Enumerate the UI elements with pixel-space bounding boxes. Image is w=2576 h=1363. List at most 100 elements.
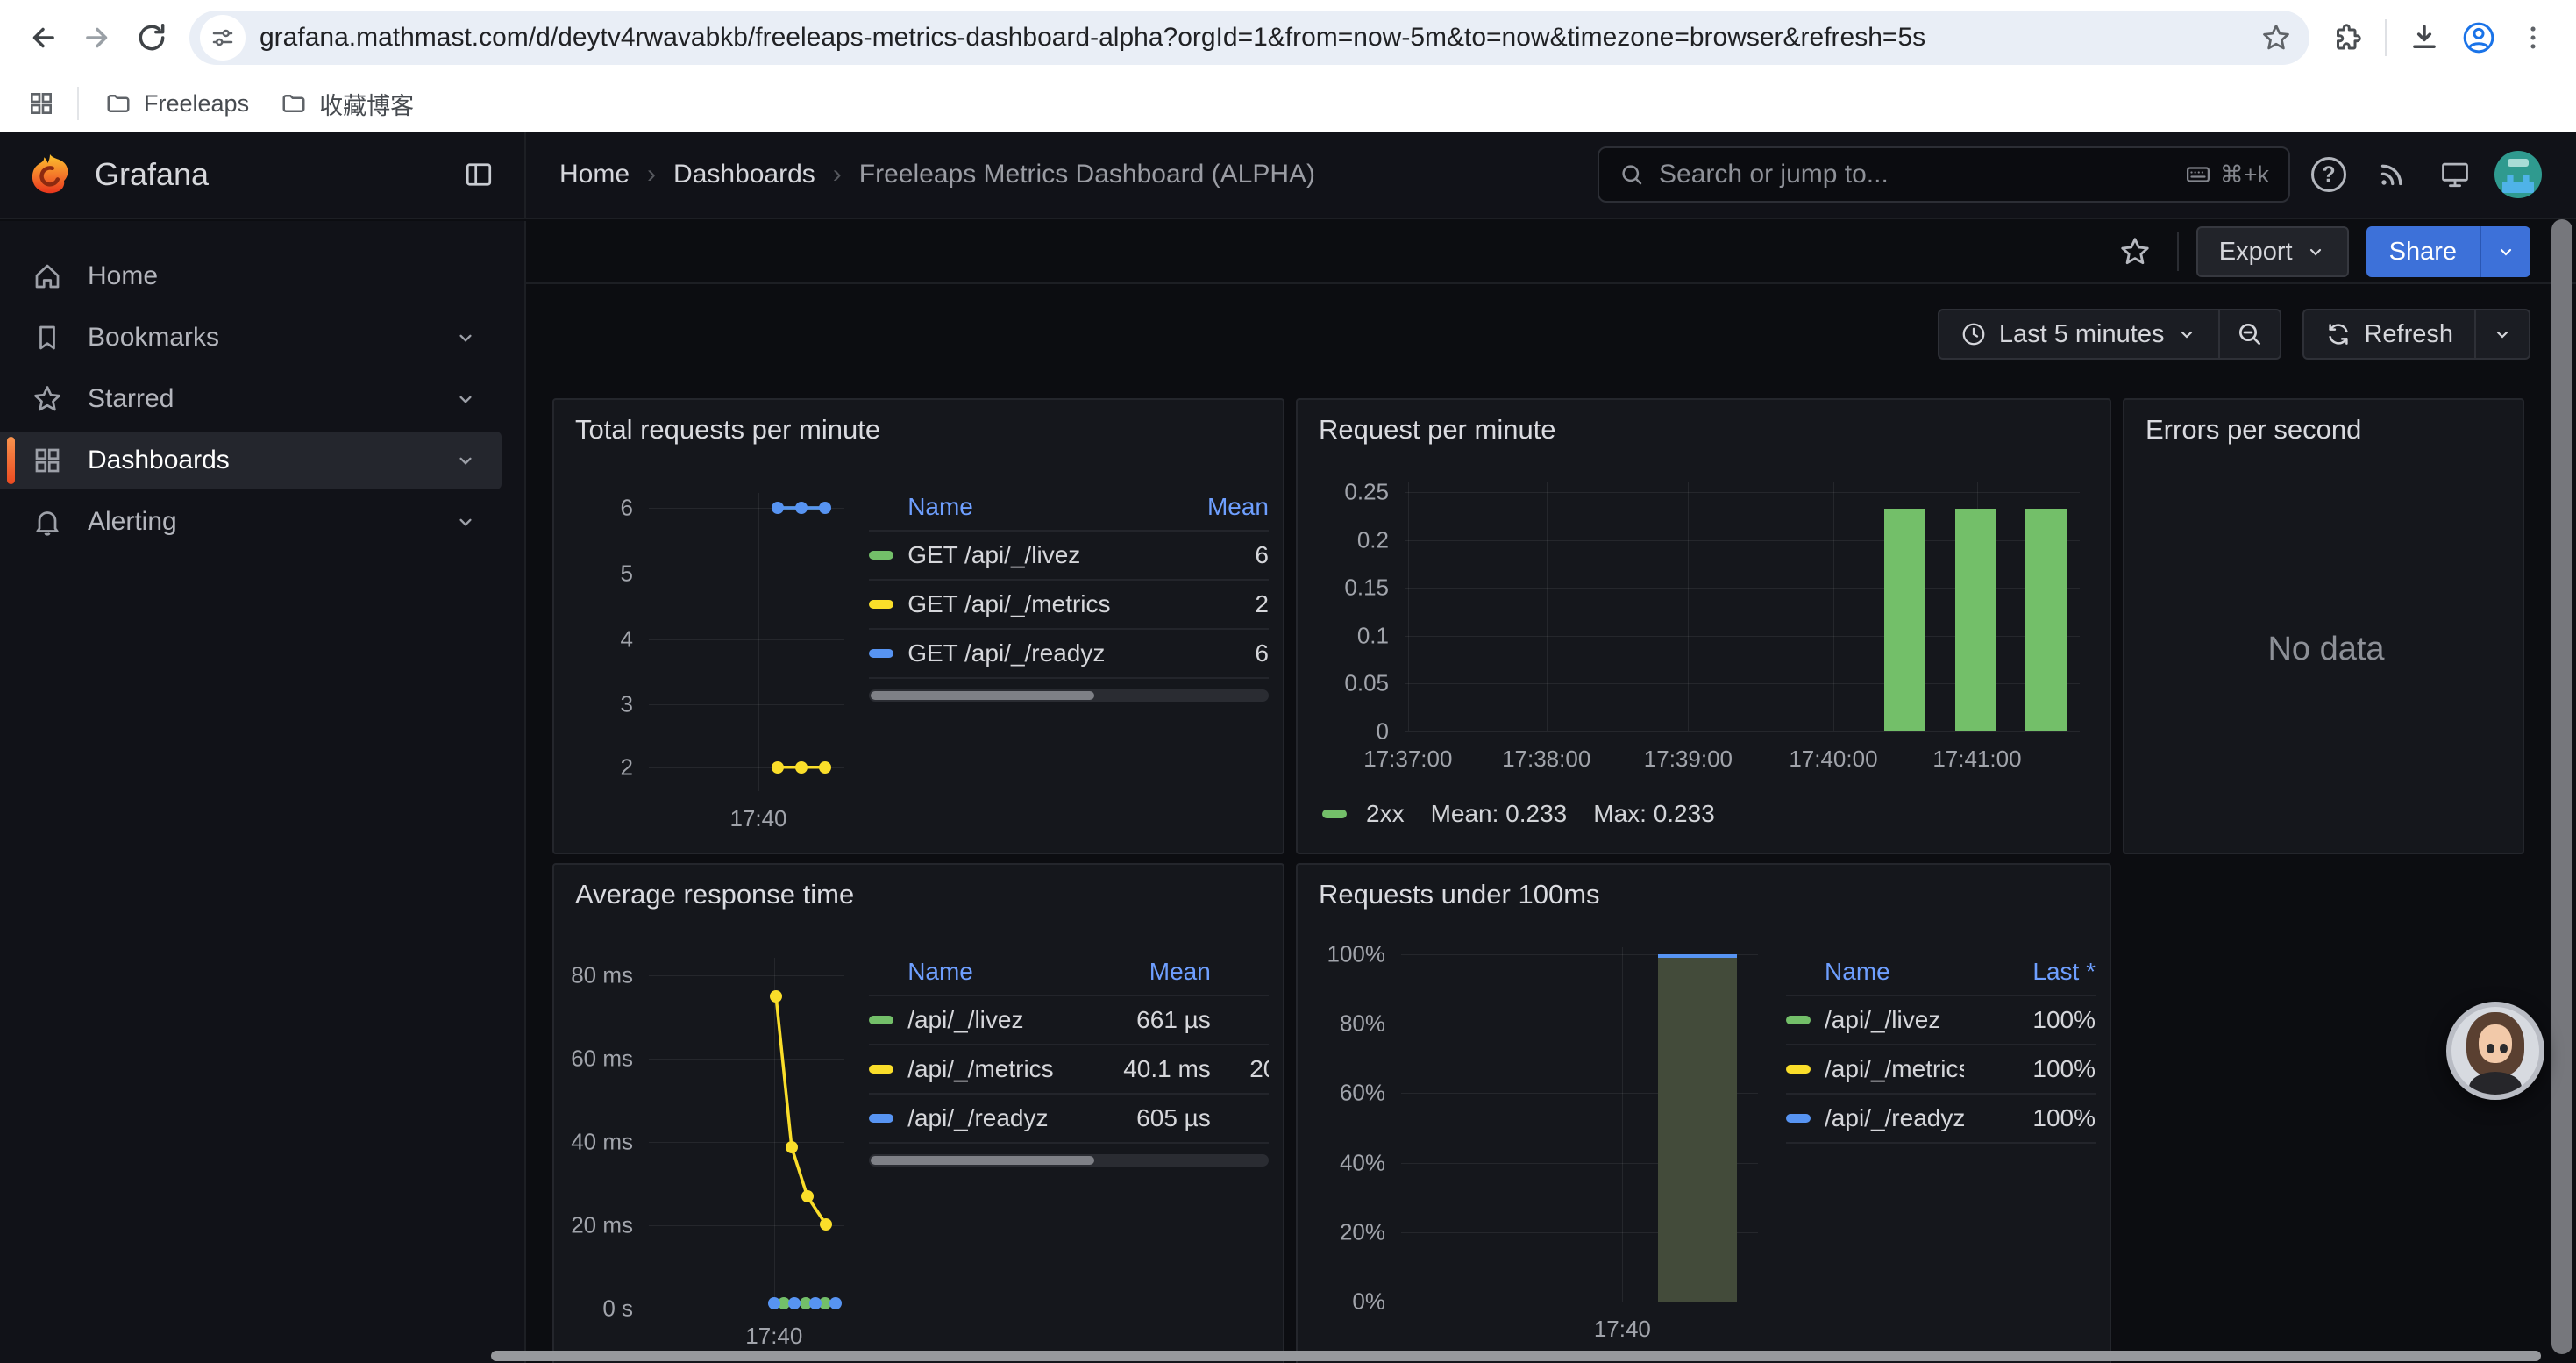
url-text[interactable]: grafana.mathmast.com/d/deytv4rwavabkb/fr…: [260, 23, 2253, 53]
legend-value: 40.1 ms: [1079, 1055, 1211, 1083]
refresh-interval-button[interactable]: [2476, 309, 2530, 360]
legend-row[interactable]: /api/_/livez661 µs646: [869, 995, 1269, 1044]
legend-scrollbar-thumb[interactable]: [871, 1156, 1094, 1165]
search-shortcut: ⌘+k: [2185, 161, 2269, 189]
time-range-picker[interactable]: Last 5 minutes: [1938, 309, 2221, 360]
gridline: [1405, 731, 2080, 732]
legend-header-col: Last *: [1964, 958, 2096, 986]
favorite-star-icon[interactable]: [2110, 227, 2160, 276]
legend-row[interactable]: /api/_/readyz100%: [1786, 1093, 2096, 1142]
browser-menu-icon[interactable]: [2506, 11, 2560, 65]
help-icon[interactable]: ?: [2304, 150, 2353, 199]
site-info-icon[interactable]: [200, 15, 246, 61]
forward-icon[interactable]: [70, 11, 125, 65]
search-input[interactable]: Search or jump to... ⌘+k: [1598, 146, 2290, 203]
data-point: [772, 761, 784, 774]
legend-series-name[interactable]: 2xx: [1366, 800, 1405, 828]
chart-bar: [2025, 509, 2066, 731]
legend-value: 100%: [1964, 1006, 2096, 1034]
dashboards-grid-icon: [32, 445, 63, 476]
legend-scrollbar-thumb[interactable]: [871, 691, 1094, 700]
url-bar[interactable]: grafana.mathmast.com/d/deytv4rwavabkb/fr…: [189, 11, 2309, 65]
assistant-avatar-widget[interactable]: [2446, 1002, 2544, 1100]
panel-title[interactable]: Requests under 100ms: [1319, 879, 1600, 910]
legend-row[interactable]: /api/_/metrics100%: [1786, 1044, 2096, 1093]
extensions-icon[interactable]: [2320, 11, 2374, 65]
download-icon[interactable]: [2397, 11, 2451, 65]
legend-value: 661 µs: [1079, 1006, 1211, 1034]
legend-row[interactable]: GET /api/_/livez6: [869, 530, 1269, 579]
legend-inline[interactable]: 2xxMean: 0.233Max: 0.233: [1317, 788, 2096, 840]
legend-series-name: /api/_/readyz: [1786, 1104, 1964, 1132]
y-tick-label: 0: [1377, 718, 1389, 746]
legend-row[interactable]: /api/_/readyz605 µs620: [869, 1093, 1269, 1142]
plot-area[interactable]: 0.250.20.150.10.05017:37:0017:38:0017:39…: [1405, 482, 2080, 731]
series-color-pill: [869, 1016, 893, 1024]
legend-row[interactable]: GET /api/_/metrics2: [869, 579, 1269, 628]
data-point: [829, 1297, 842, 1309]
sidebar-item-home[interactable]: Home: [0, 247, 502, 305]
panel-title[interactable]: Total requests per minute: [575, 414, 880, 446]
share-menu-button[interactable]: [2480, 226, 2530, 277]
y-tick-label: 0%: [1352, 1288, 1385, 1316]
legend-series-name: GET /api/_/metrics: [869, 590, 1137, 618]
bookmark-label: 收藏博客: [319, 87, 414, 121]
y-tick-label: 5: [621, 560, 633, 587]
back-icon[interactable]: [16, 11, 70, 65]
sidebar-item-starred[interactable]: Starred: [0, 370, 502, 428]
zoom-out-button[interactable]: [2220, 309, 2281, 360]
chevron-down-icon[interactable]: [454, 326, 477, 349]
user-avatar[interactable]: [2494, 150, 2543, 199]
horizontal-scrollbar[interactable]: [491, 1351, 2541, 1361]
legend-scrollbar[interactable]: [869, 1154, 1269, 1167]
bookmark-folder-blogs[interactable]: 收藏博客: [268, 80, 426, 128]
bookmark-star-icon[interactable]: [2253, 15, 2299, 61]
folder-icon: [105, 90, 132, 117]
legend-row[interactable]: /api/_/livez100%: [1786, 995, 2096, 1044]
panel-title[interactable]: Errors per second: [2145, 414, 2361, 446]
chevron-down-icon[interactable]: [454, 449, 477, 472]
chart-area[interactable]: 6543217:40: [573, 458, 851, 840]
legend-value: 100%: [1964, 1055, 2096, 1083]
legend-row[interactable]: /api/_/metrics40.1 ms20.5 m: [869, 1044, 1269, 1093]
search-placeholder: Search or jump to...: [1659, 160, 1889, 189]
legend-scrollbar[interactable]: [869, 689, 1269, 702]
y-tick-label: 6: [621, 495, 633, 522]
bookmark-folder-freeleaps[interactable]: Freeleaps: [93, 83, 261, 125]
share-button[interactable]: Share: [2366, 226, 2480, 277]
breadcrumb-home[interactable]: Home: [559, 160, 630, 189]
reload-icon[interactable]: [125, 11, 179, 65]
legend-table-inner: NameLast */api/_/livez100%/api/_/metrics…: [1786, 949, 2096, 1144]
gridline: [1547, 482, 1548, 731]
chart-area[interactable]: 0.250.20.150.10.05017:37:0017:38:0017:39…: [1317, 458, 2096, 788]
monitor-icon[interactable]: [2430, 150, 2480, 199]
panel-title[interactable]: Average response time: [575, 879, 854, 910]
refresh-button[interactable]: Refresh: [2302, 309, 2476, 360]
folder-icon: [281, 90, 307, 117]
legend-series-name: /api/_/metrics: [1786, 1055, 1964, 1083]
sidebar-item-bookmarks[interactable]: Bookmarks: [0, 309, 502, 367]
plot-area[interactable]: 100%80%60%40%20%0%17:40: [1401, 947, 1758, 1302]
chart-area[interactable]: 80 ms60 ms40 ms20 ms0 s17:40: [573, 923, 851, 1358]
chevron-down-icon[interactable]: [454, 388, 477, 410]
sidebar-item-dashboards[interactable]: Dashboards: [0, 432, 502, 489]
export-button[interactable]: Export: [2196, 226, 2349, 277]
dashboard-main: Export Share Last 5 minutes: [526, 221, 2576, 1363]
brand-name[interactable]: Grafana: [95, 156, 209, 193]
sidebar-item-alerting[interactable]: Alerting: [0, 493, 502, 551]
chart-area[interactable]: 100%80%60%40%20%0%17:40: [1317, 923, 1768, 1358]
plot-area[interactable]: 6543217:40: [649, 493, 844, 791]
sidebar-toggle-icon[interactable]: [459, 155, 498, 194]
grafana-logo[interactable]: [26, 151, 74, 198]
plot-area[interactable]: 80 ms60 ms40 ms20 ms0 s17:40: [649, 958, 844, 1309]
news-rss-icon[interactable]: [2367, 150, 2416, 199]
chevron-down-icon[interactable]: [454, 510, 477, 533]
apps-grid-icon[interactable]: [19, 82, 63, 125]
panel-request-per-minute: Request per minute 0.250.20.150.10.05017…: [1296, 398, 2111, 854]
profile-icon[interactable]: [2451, 11, 2506, 65]
panel-title[interactable]: Request per minute: [1319, 414, 1556, 446]
search-icon: [1619, 161, 1645, 188]
vertical-scrollbar[interactable]: [2551, 219, 2572, 1354]
legend-row[interactable]: GET /api/_/readyz6: [869, 628, 1269, 677]
breadcrumb-dashboards[interactable]: Dashboards: [673, 160, 815, 189]
